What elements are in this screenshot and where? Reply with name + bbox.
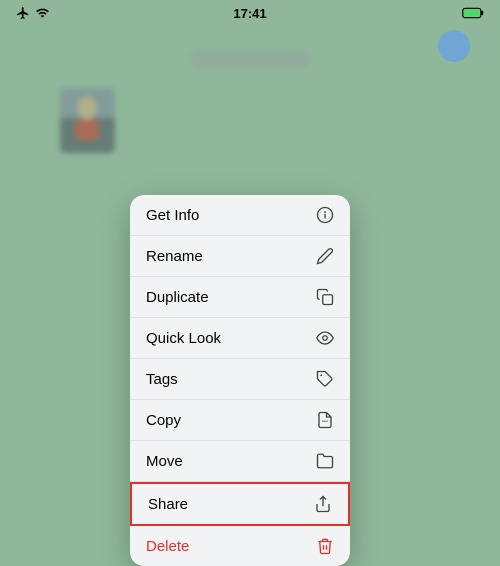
menu-item-copy-label: Copy xyxy=(146,412,181,429)
blue-circle-decoration xyxy=(438,30,470,62)
background-content xyxy=(0,30,500,173)
tag-icon xyxy=(316,370,334,388)
menu-item-tags[interactable]: Tags xyxy=(130,359,350,400)
status-time: 17:41 xyxy=(233,6,266,21)
context-menu: Get Info Rename Duplicate Quick xyxy=(130,195,350,566)
menu-item-move[interactable]: Move xyxy=(130,441,350,482)
menu-item-share[interactable]: Share xyxy=(130,482,350,526)
pencil-icon xyxy=(316,247,334,265)
bg-name-placeholder xyxy=(190,50,310,68)
menu-item-get-info[interactable]: Get Info xyxy=(130,195,350,236)
duplicate-icon xyxy=(316,288,334,306)
menu-item-tags-label: Tags xyxy=(146,371,178,388)
info-circle-icon xyxy=(316,206,334,224)
menu-item-delete[interactable]: Delete xyxy=(130,526,350,566)
menu-item-quick-look[interactable]: Quick Look xyxy=(130,318,350,359)
menu-item-duplicate-label: Duplicate xyxy=(146,289,209,306)
trash-icon xyxy=(316,537,334,555)
menu-item-rename-label: Rename xyxy=(146,248,203,265)
menu-item-copy[interactable]: Copy xyxy=(130,400,350,441)
menu-item-move-label: Move xyxy=(146,453,183,470)
menu-item-share-label: Share xyxy=(148,496,188,513)
status-bar: 17:41 xyxy=(0,0,500,24)
menu-item-rename[interactable]: Rename xyxy=(130,236,350,277)
eye-icon xyxy=(316,329,334,347)
menu-item-duplicate[interactable]: Duplicate xyxy=(130,277,350,318)
status-left-icons xyxy=(16,6,50,20)
battery-icon xyxy=(462,7,484,19)
copy-icon xyxy=(316,411,334,429)
airplane-icon xyxy=(16,6,30,20)
status-right-icons xyxy=(462,7,484,19)
wifi-icon xyxy=(35,6,50,20)
menu-item-delete-label: Delete xyxy=(146,538,189,555)
file-thumbnail-bg xyxy=(60,88,115,153)
share-icon xyxy=(314,495,332,513)
menu-item-quick-look-label: Quick Look xyxy=(146,330,221,347)
menu-item-get-info-label: Get Info xyxy=(146,207,199,224)
folder-icon xyxy=(316,452,334,470)
